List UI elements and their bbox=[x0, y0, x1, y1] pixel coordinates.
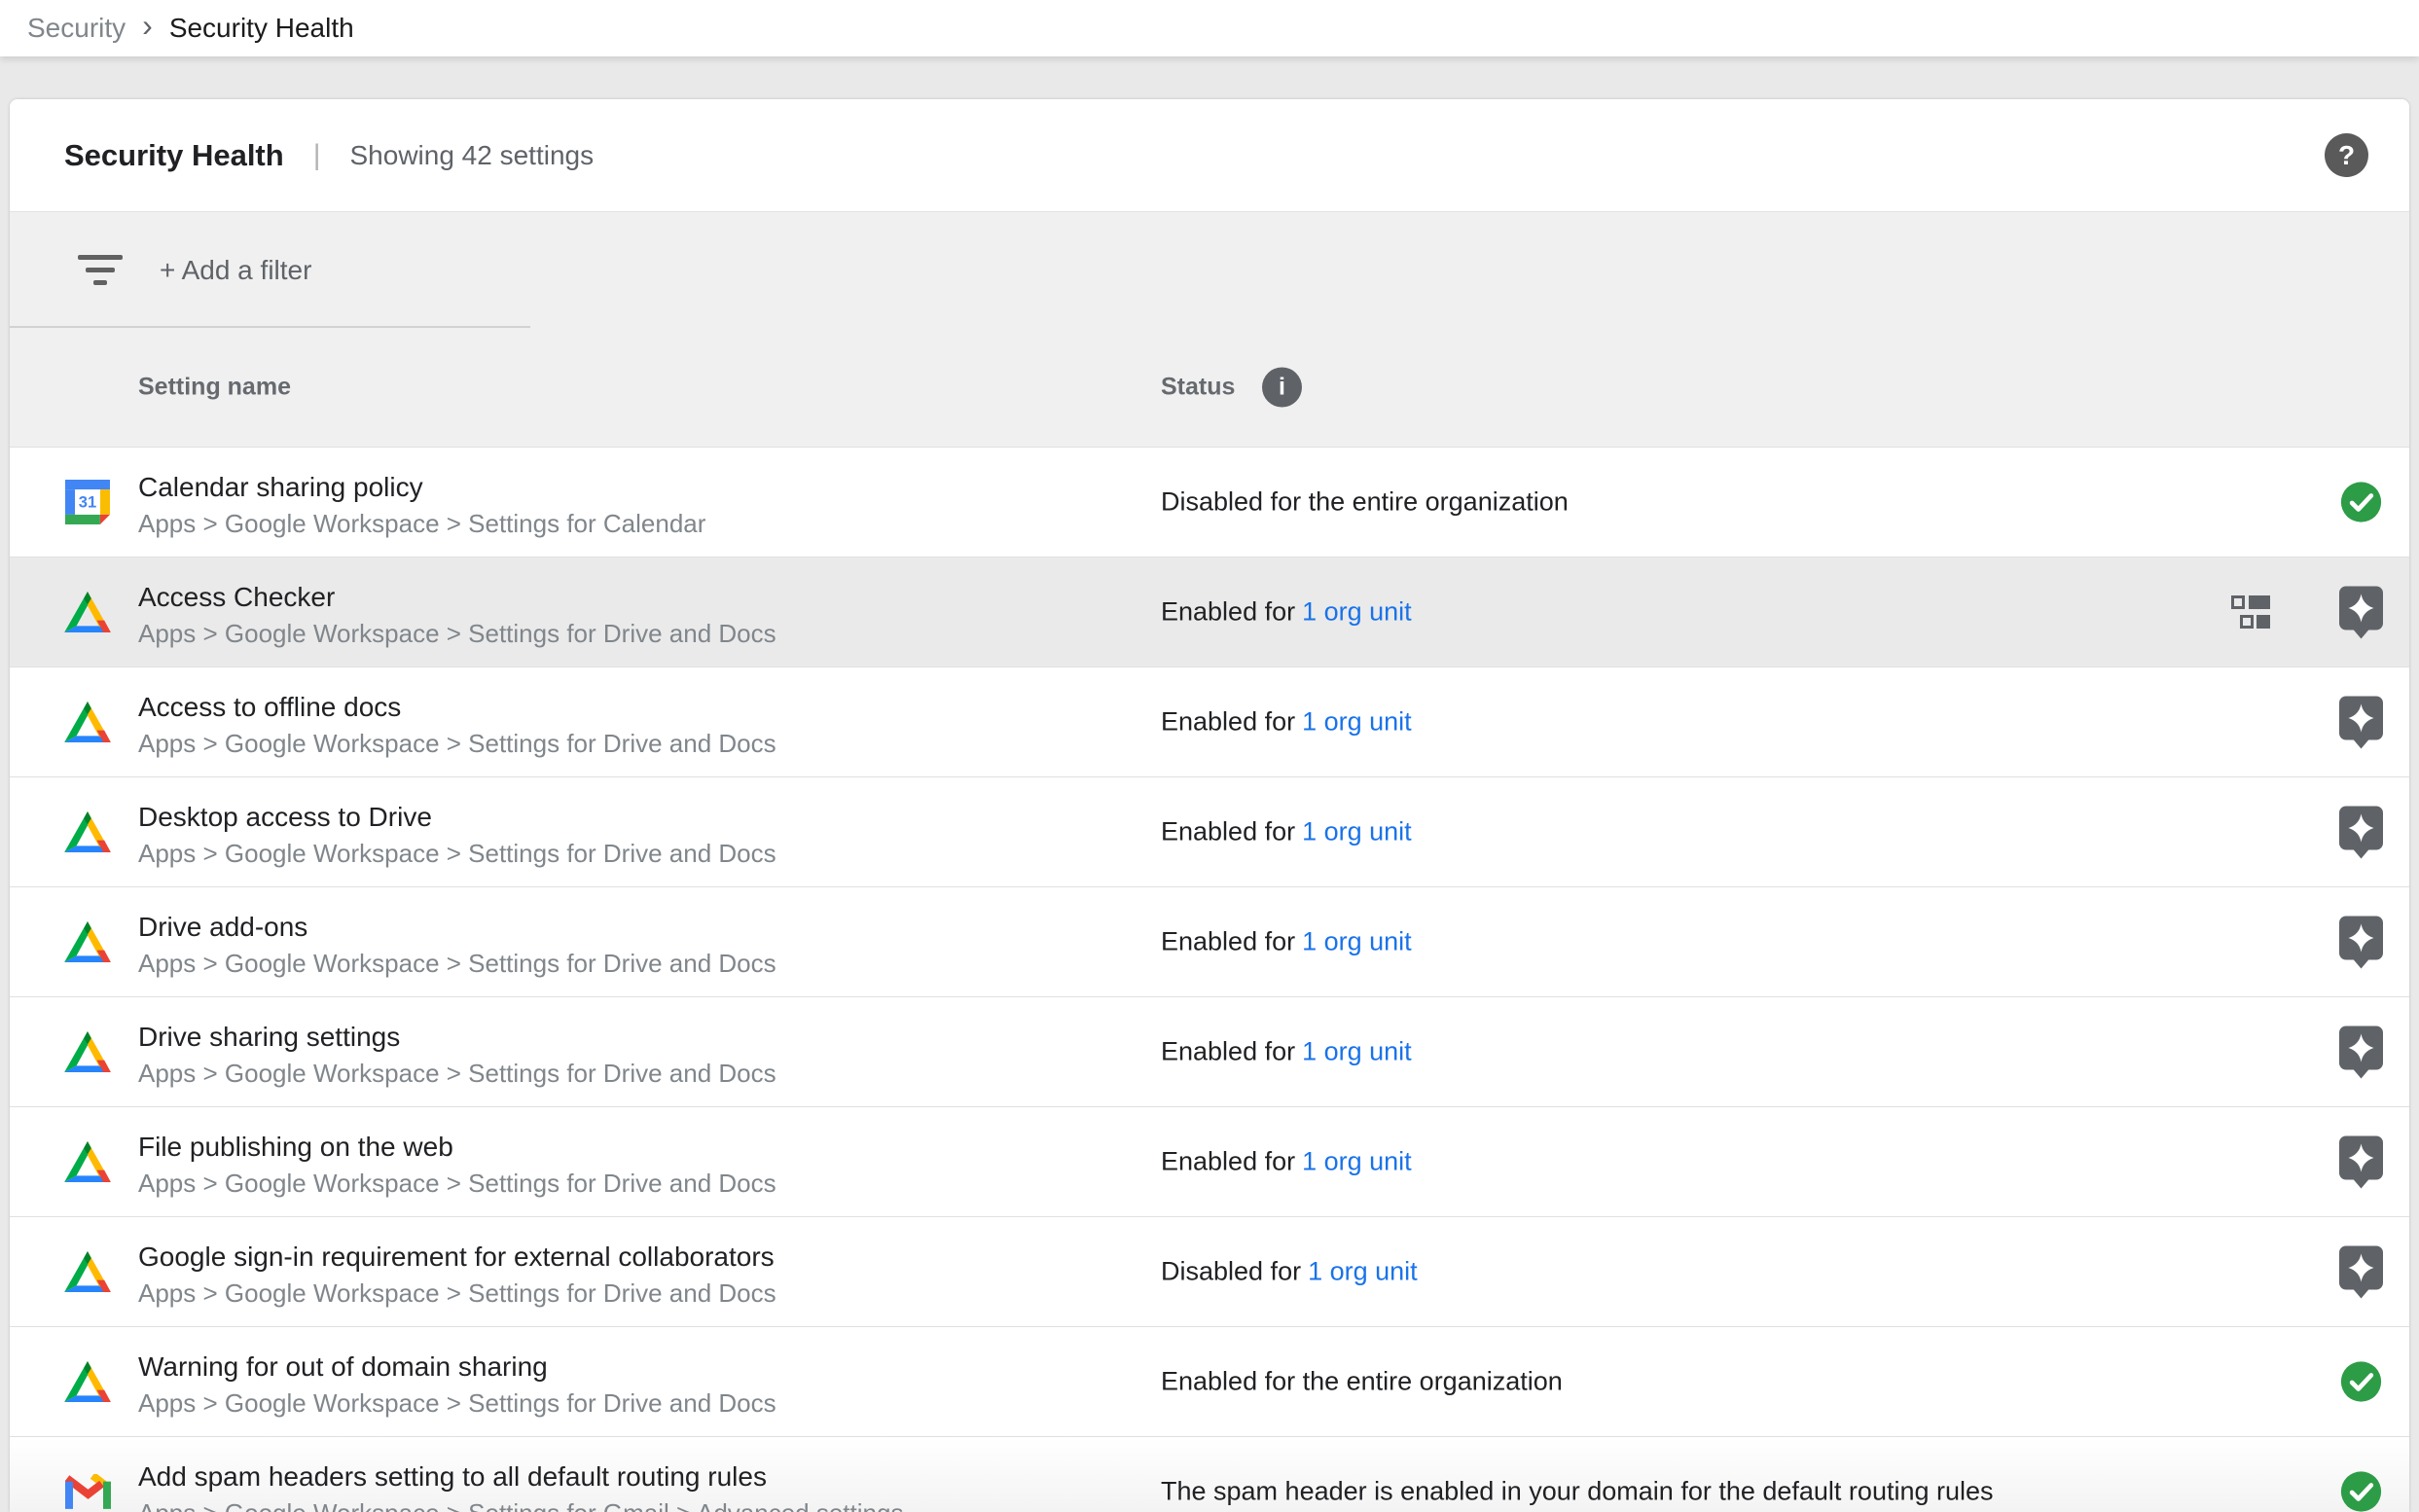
breadcrumb: Security › Security Health bbox=[0, 0, 2419, 56]
status-text: Enabled for1 org unit bbox=[1161, 1037, 1412, 1067]
status-text: Enabled for1 org unit bbox=[1161, 1147, 1412, 1177]
breadcrumb-parent-link[interactable]: Security bbox=[27, 13, 126, 44]
setting-path: Apps > Google Workspace > Settings for D… bbox=[138, 838, 776, 869]
setting-name: File publishing on the web bbox=[138, 1131, 453, 1164]
status-text: Enabled for the entire organization bbox=[1161, 1367, 1563, 1397]
table-row[interactable]: File publishing on the web Apps > Google… bbox=[10, 1106, 2409, 1216]
status-text: Enabled for1 org unit bbox=[1161, 927, 1412, 957]
gmail-icon bbox=[64, 1468, 111, 1512]
recommendation-icon[interactable] bbox=[2338, 1026, 2384, 1079]
breadcrumb-current: Security Health bbox=[169, 13, 354, 44]
setting-name: Desktop access to Drive bbox=[138, 801, 432, 834]
status-text: Enabled for1 org unit bbox=[1161, 707, 1412, 738]
recommendation-icon[interactable] bbox=[2338, 1135, 2384, 1189]
status-text: Disabled for the entire organization bbox=[1161, 487, 1569, 518]
table-row[interactable]: 31 Calendar sharing policy Apps > Google… bbox=[10, 447, 2409, 557]
settings-count: Showing 42 settings bbox=[350, 140, 595, 171]
setting-path: Apps > Google Workspace > Settings for C… bbox=[138, 508, 705, 539]
table-row[interactable]: Drive add-ons Apps > Google Workspace > … bbox=[10, 886, 2409, 996]
svg-text:31: 31 bbox=[79, 493, 96, 512]
status-ok-icon bbox=[2338, 1470, 2384, 1512]
setting-path: Apps > Google Workspace > Settings for D… bbox=[138, 948, 776, 979]
status-text: Disabled for1 org unit bbox=[1161, 1257, 1418, 1287]
page-title: Security Health bbox=[64, 138, 284, 173]
setting-path: Apps > Google Workspace > Settings for D… bbox=[138, 1387, 776, 1419]
setting-name: Drive add-ons bbox=[138, 911, 307, 944]
setting-name: Google sign-in requirement for external … bbox=[138, 1241, 775, 1274]
setting-path: Apps > Google Workspace > Settings for D… bbox=[138, 1278, 776, 1309]
org-unit-link[interactable]: 1 org unit bbox=[1308, 1257, 1418, 1286]
calendar-icon: 31 bbox=[64, 479, 111, 525]
status-text: Enabled for1 org unit bbox=[1161, 817, 1412, 847]
drive-icon bbox=[64, 918, 111, 965]
org-unit-link[interactable]: 1 org unit bbox=[1302, 817, 1412, 846]
drive-icon bbox=[64, 589, 111, 635]
setting-name: Access Checker bbox=[138, 581, 335, 614]
drive-icon bbox=[64, 1248, 111, 1295]
table-row[interactable]: Google sign-in requirement for external … bbox=[10, 1216, 2409, 1326]
title-divider: | bbox=[313, 139, 321, 172]
table-row[interactable]: Access to offline docs Apps > Google Wor… bbox=[10, 666, 2409, 776]
drive-icon bbox=[64, 1028, 111, 1075]
filter-zone: + Add a filter Setting name Status i bbox=[10, 212, 2409, 447]
setting-path: Apps > Google Workspace > Settings for D… bbox=[138, 728, 776, 759]
org-unit-link[interactable]: 1 org unit bbox=[1302, 927, 1412, 956]
add-filter-label[interactable]: + Add a filter bbox=[160, 255, 311, 286]
page-background: Security Health | Showing 42 settings ? … bbox=[0, 56, 2419, 1512]
setting-name: Drive sharing settings bbox=[138, 1021, 400, 1054]
setting-name: Warning for out of domain sharing bbox=[138, 1350, 548, 1384]
table-row[interactable]: Add spam headers setting to all default … bbox=[10, 1436, 2409, 1512]
recommendation-icon[interactable] bbox=[2338, 806, 2384, 859]
recommendation-icon[interactable] bbox=[2338, 696, 2384, 749]
org-unit-link[interactable]: 1 org unit bbox=[1302, 1037, 1412, 1066]
org-unit-link[interactable]: 1 org unit bbox=[1302, 707, 1412, 737]
setting-name: Add spam headers setting to all default … bbox=[138, 1460, 767, 1494]
status-ok-icon bbox=[2338, 481, 2384, 524]
setting-name: Access to offline docs bbox=[138, 691, 401, 724]
setting-path: Apps > Google Workspace > Settings for D… bbox=[138, 1058, 776, 1089]
settings-table: 31 Calendar sharing policy Apps > Google… bbox=[10, 447, 2409, 1512]
recommendation-icon[interactable] bbox=[2338, 586, 2384, 639]
table-row[interactable]: Access Checker Apps > Google Workspace >… bbox=[10, 557, 2409, 666]
setting-path: Apps > Google Workspace > Settings for G… bbox=[138, 1497, 903, 1512]
security-health-card: Security Health | Showing 42 settings ? … bbox=[10, 99, 2409, 1512]
info-icon[interactable]: i bbox=[1262, 368, 1302, 408]
filter-list-icon[interactable] bbox=[78, 255, 123, 285]
setting-path: Apps > Google Workspace > Settings for D… bbox=[138, 618, 776, 649]
chevron-right-icon: › bbox=[142, 10, 153, 47]
add-filter-button[interactable]: + Add a filter bbox=[10, 212, 2409, 328]
drive-icon bbox=[64, 809, 111, 855]
status-text: The spam header is enabled in your domai… bbox=[1161, 1477, 1994, 1507]
table-row[interactable]: Drive sharing settings Apps > Google Wor… bbox=[10, 996, 2409, 1106]
drive-icon bbox=[64, 1358, 111, 1405]
recommendation-icon[interactable] bbox=[2338, 916, 2384, 969]
setting-path: Apps > Google Workspace > Settings for D… bbox=[138, 1168, 776, 1199]
drive-icon bbox=[64, 1138, 111, 1185]
status-ok-icon bbox=[2338, 1360, 2384, 1404]
recommendation-icon[interactable] bbox=[2338, 1245, 2384, 1299]
drive-icon bbox=[64, 699, 111, 745]
status-text: Enabled for1 org unit bbox=[1161, 597, 1412, 628]
org-units-icon[interactable] bbox=[2231, 595, 2270, 629]
table-row[interactable]: Warning for out of domain sharing Apps >… bbox=[10, 1326, 2409, 1436]
column-setting-name: Setting name bbox=[138, 374, 291, 402]
setting-name: Calendar sharing policy bbox=[138, 471, 423, 504]
org-unit-link[interactable]: 1 org unit bbox=[1302, 597, 1412, 627]
help-icon[interactable]: ? bbox=[2325, 133, 2368, 177]
card-header: Security Health | Showing 42 settings ? bbox=[10, 99, 2409, 212]
table-row[interactable]: Desktop access to Drive Apps > Google Wo… bbox=[10, 776, 2409, 886]
column-status: Status bbox=[1161, 374, 1235, 402]
org-unit-link[interactable]: 1 org unit bbox=[1302, 1147, 1412, 1176]
table-header: Setting name Status i bbox=[10, 328, 2409, 447]
